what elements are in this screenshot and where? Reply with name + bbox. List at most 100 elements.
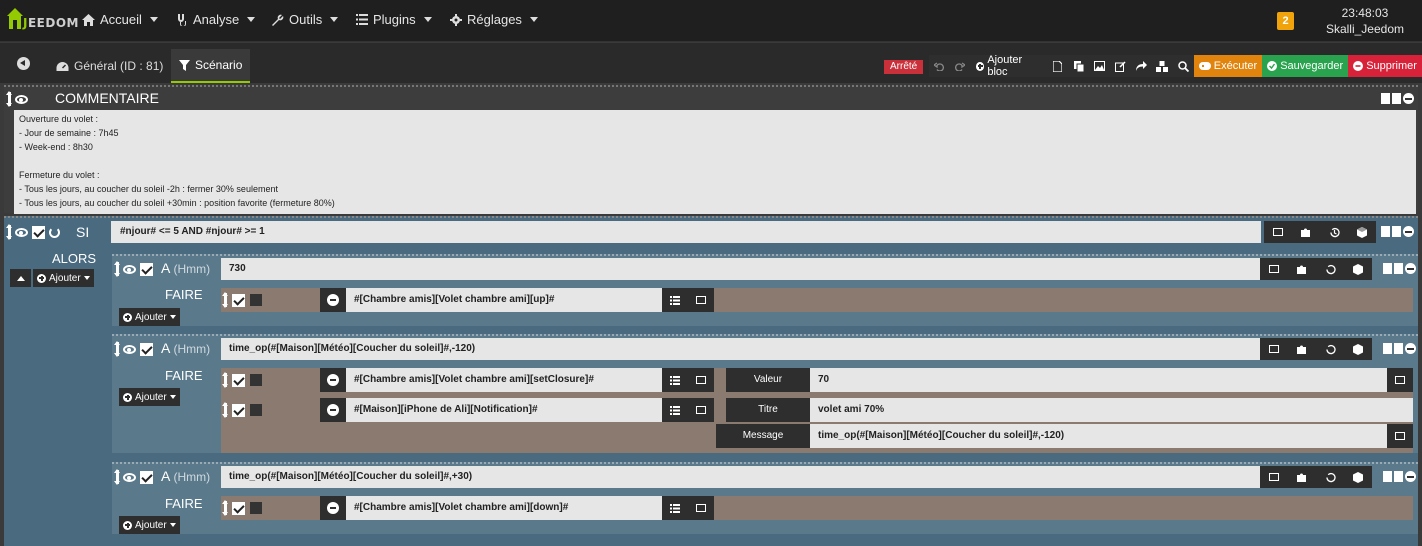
copy-icon[interactable] [1381,93,1390,104]
share-button[interactable] [1131,55,1152,77]
refresh-icon[interactable] [49,226,60,238]
remove-action-button[interactable] [320,288,346,312]
enable-checkbox[interactable] [140,470,153,484]
comment-textarea[interactable]: Ouverture du volet : - Jour de semaine :… [14,110,1416,214]
tab-general[interactable]: Général (ID : 81) [48,49,171,83]
paste-icon[interactable] [1394,471,1403,482]
enable-checkbox[interactable] [232,501,245,515]
log-button[interactable] [1047,55,1069,77]
remove-block-icon[interactable] [1405,263,1416,274]
drag-handle-icon[interactable] [114,341,120,357]
enable-checkbox[interactable] [232,373,245,387]
menu-plugins[interactable]: Plugins [356,12,432,27]
execute-button[interactable]: Exécuter [1193,55,1263,77]
select-command-button[interactable] [688,398,714,422]
action-command-input[interactable]: #[Chambre amis][Volet chambre ami][down]… [346,496,662,520]
enable-checkbox[interactable] [32,225,45,239]
drag-handle-icon[interactable] [222,292,228,308]
a-time-input[interactable]: 730 [221,258,1261,280]
history-button[interactable] [1316,338,1344,360]
remove-action-button[interactable] [320,496,346,520]
select-list-button[interactable] [662,288,688,312]
a-time-input[interactable]: time_op(#[Maison][Météo][Coucher du sole… [221,338,1261,360]
enable-checkbox[interactable] [232,403,245,417]
a-time-input[interactable]: time_op(#[Maison][Météo][Coucher du sole… [221,466,1261,488]
copy-icon[interactable] [1381,226,1390,237]
copy-icon[interactable] [1383,343,1392,354]
action-command-input[interactable]: #[Maison][iPhone de Ali][Notification]# [346,398,662,422]
expression-button[interactable] [1260,258,1288,280]
jeedom-logo[interactable]: JEEDOM [6,7,78,33]
paste-icon[interactable] [1392,93,1401,104]
cube-button[interactable] [1344,338,1372,360]
back-arrow-icon[interactable] [17,57,30,70]
copy-icon[interactable] [1383,471,1392,482]
paste-icon[interactable] [1394,263,1403,274]
remove-block-icon[interactable] [1405,343,1416,354]
history-button[interactable] [1316,466,1344,488]
copy-icon[interactable] [1383,263,1392,274]
menu-accueil[interactable]: Accueil [82,12,158,27]
option-message-textarea[interactable]: time_op(#[Maison][Météo][Coucher du sole… [810,424,1390,448]
action-command-input[interactable]: #[Chambre amis][Volet chambre ami][setCl… [346,368,662,392]
redo-button[interactable] [949,55,971,77]
undo-button[interactable] [929,55,950,77]
remove-block-icon[interactable] [1405,471,1416,482]
menu-analyse[interactable]: Analyse [176,12,256,27]
enable-checkbox[interactable] [140,342,153,356]
drag-handle-icon[interactable] [222,500,228,516]
enable-checkbox[interactable] [232,293,245,307]
expression-button[interactable] [1260,466,1288,488]
puzzle-button[interactable] [1288,258,1316,280]
expression-button[interactable] [1260,338,1288,360]
dependencies-button[interactable] [1151,55,1173,77]
parallel-checkbox[interactable] [250,404,262,416]
cube-button[interactable] [1348,221,1376,243]
search-button[interactable] [1172,55,1194,77]
eye-icon[interactable] [15,227,28,237]
option-titre-input[interactable]: volet ami 70% [810,398,1413,422]
puzzle-button[interactable] [1292,221,1320,243]
select-command-button[interactable] [688,368,714,392]
drag-handle-icon[interactable] [222,402,228,418]
drag-handle-icon[interactable] [222,372,228,388]
si-condition-input[interactable]: #njour# <= 5 AND #njour# >= 1 [111,221,1261,243]
faire-add-button[interactable]: Ajouter [119,308,180,326]
parallel-checkbox[interactable] [250,374,262,386]
collapse-button[interactable] [10,269,31,287]
eye-icon[interactable] [123,264,136,274]
drag-handle-icon[interactable] [114,261,120,277]
eye-icon[interactable] [123,344,136,354]
parallel-checkbox[interactable] [250,502,262,514]
menu-outils[interactable]: Outils [272,12,339,27]
menu-reglages[interactable]: Réglages [450,12,538,27]
paste-icon[interactable] [1392,226,1401,237]
puzzle-button[interactable] [1288,338,1316,360]
drag-handle-icon[interactable] [114,469,120,485]
faire-add-button[interactable]: Ajouter [119,516,180,534]
drag-handle-icon[interactable] [6,91,12,107]
option-select-button[interactable] [1387,368,1413,392]
select-list-button[interactable] [662,398,688,422]
select-command-button[interactable] [688,288,714,312]
alors-add-button[interactable]: Ajouter [33,269,94,287]
puzzle-button[interactable] [1288,466,1316,488]
tab-scenario[interactable]: Scénario [171,49,251,83]
drag-handle-icon[interactable] [6,224,12,240]
expression-button[interactable] [1264,221,1292,243]
option-valeur-input[interactable]: 70 [810,368,1387,392]
template-button[interactable] [1089,55,1111,77]
history-button[interactable] [1316,258,1344,280]
select-command-button[interactable] [688,496,714,520]
faire-add-button[interactable]: Ajouter [119,388,180,406]
eye-icon[interactable] [15,94,28,104]
add-block-button[interactable]: Ajouter bloc [970,54,1048,78]
parallel-checkbox[interactable] [250,294,262,306]
cube-button[interactable] [1344,258,1372,280]
history-button[interactable] [1320,221,1348,243]
save-button[interactable]: Sauvegarder [1262,55,1349,77]
option-select-button[interactable] [1387,424,1413,448]
notification-badge[interactable]: 2 [1277,12,1294,30]
remove-block-icon[interactable] [1403,93,1414,104]
clock-user[interactable]: 23:48:03 Skalli_Jeedom [1326,5,1404,37]
